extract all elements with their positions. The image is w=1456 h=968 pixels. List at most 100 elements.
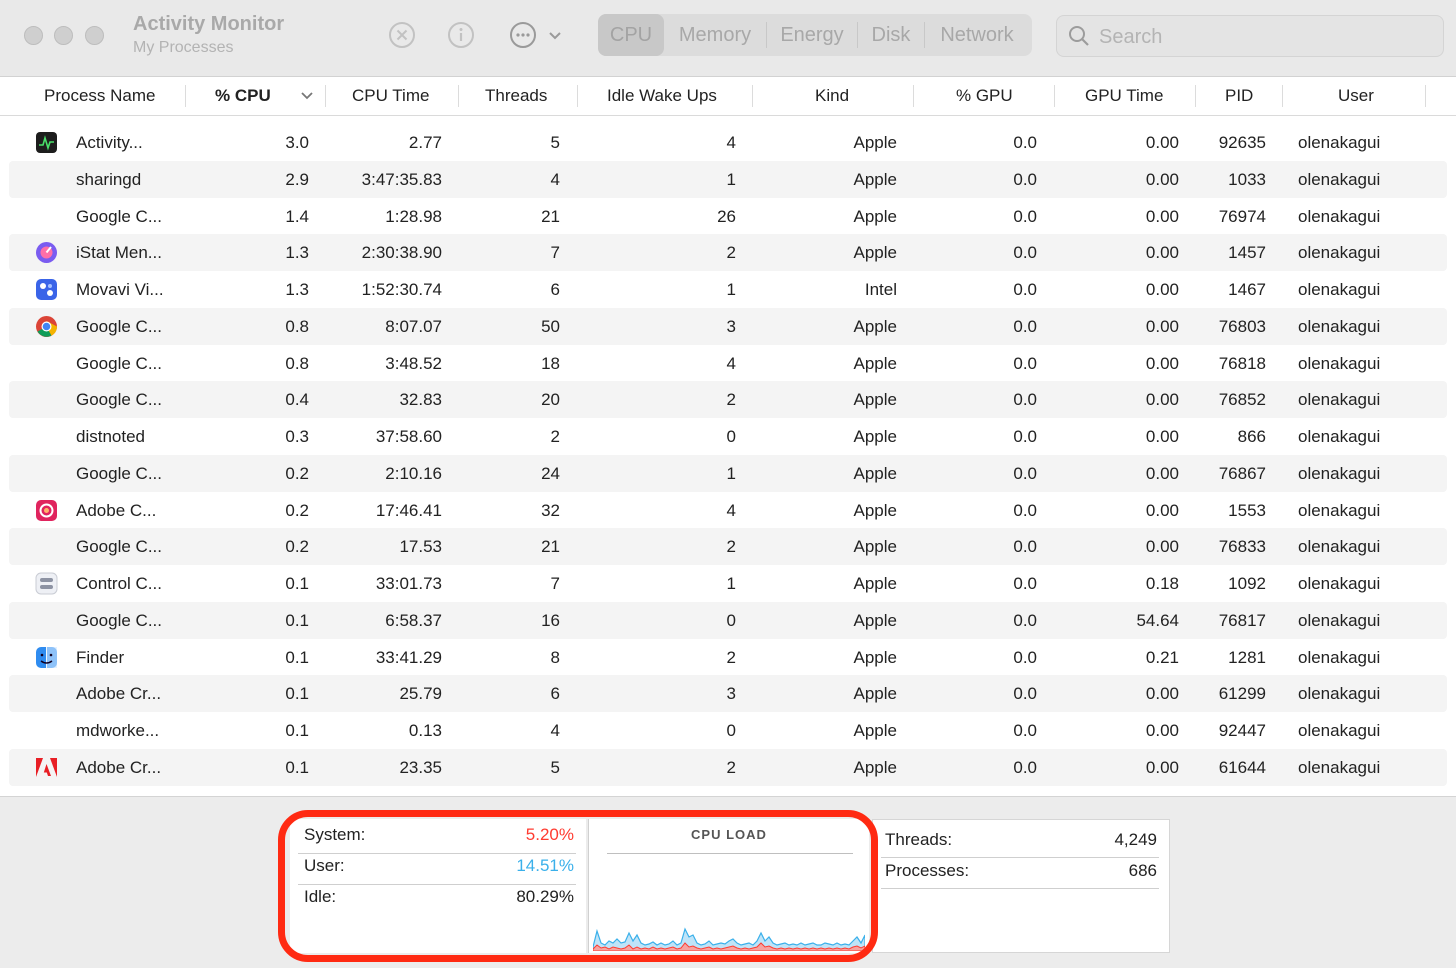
column-divider xyxy=(1054,85,1055,107)
chevron-down-icon[interactable] xyxy=(541,21,569,49)
table-row[interactable]: Activity... 3.0 2.77 5 4 Apple 0.0 0.00 92635 ole… xyxy=(9,124,1447,161)
table-row[interactable]: Movavi Vi... 1.3 1:52:30.74 6 1 Intel 0.0 0.00 1… xyxy=(9,271,1447,308)
cpu-cell: 0.2 xyxy=(285,500,309,520)
table-row[interactable]: Google C... 0.8 8:07.07 50 3 Apple 0.0 0.00 7680… xyxy=(9,307,1447,345)
table-row[interactable]: Control C... 0.1 33:01.73 7 1 Apple 0.0 0.18 109… xyxy=(9,565,1447,602)
threads-cell: 21 xyxy=(541,206,560,226)
column-header-gpu[interactable]: % GPU xyxy=(956,77,1013,115)
process-name-cell: Movavi Vi... xyxy=(76,280,164,299)
table-row[interactable]: Google C... 1.4 1:28.98 21 26 Apple 0.0 0.00 769… xyxy=(9,198,1447,235)
gpu-time-cell: 0.00 xyxy=(1145,390,1179,410)
more-actions-icon[interactable] xyxy=(509,21,537,49)
gpu-time-cell: 0.00 xyxy=(1145,757,1179,777)
idle-wake-ups-cell: 4 xyxy=(726,353,736,373)
close-window-button[interactable] xyxy=(24,26,43,45)
threads-cell: 7 xyxy=(550,243,560,263)
table-row[interactable]: mdworke... 0.1 0.13 4 0 Apple 0.0 0.00 92447 olen… xyxy=(9,712,1447,749)
cpu-time-cell: 2:10.16 xyxy=(385,463,442,483)
pid-cell: 866 xyxy=(1237,427,1266,446)
view-tabs: CPU Memory Energy Disk Network xyxy=(598,14,1032,56)
threads-cell: 21 xyxy=(541,537,560,557)
toolbar: Activity Monitor My Processes CPU Memory… xyxy=(0,0,1456,77)
gpu-time-cell: 0.00 xyxy=(1145,721,1179,740)
pid-cell: 1467 xyxy=(1228,280,1266,299)
column-header-pid[interactable]: PID xyxy=(1225,77,1253,115)
threads-cell: 18 xyxy=(541,353,560,373)
column-header-process-name[interactable]: Process Name xyxy=(44,77,155,115)
zoom-window-button[interactable] xyxy=(85,26,104,45)
column-header-gpu-time[interactable]: GPU Time xyxy=(1085,77,1163,115)
threads-stat: Threads: 4,249 xyxy=(885,824,1157,854)
pid-cell: 76974 xyxy=(1218,206,1266,226)
user-cell: olenakagui xyxy=(1298,463,1381,483)
kind-cell: Apple xyxy=(853,316,897,336)
cpu-time-cell: 37:58.60 xyxy=(375,427,442,446)
movavi-icon xyxy=(35,278,58,301)
tab-memory[interactable]: Memory xyxy=(664,14,766,56)
tab-cpu[interactable]: CPU xyxy=(598,14,664,56)
idle-wake-ups-cell: 2 xyxy=(726,390,736,410)
table-row[interactable]: Google C... 0.8 3:48.52 18 4 Apple 0.0 0.00 7681… xyxy=(9,345,1447,382)
minimize-window-button[interactable] xyxy=(54,26,73,45)
cpu-time-cell: 6:58.37 xyxy=(385,610,442,630)
threads-cell: 20 xyxy=(541,390,560,410)
activity-monitor-window: Activity Monitor My Processes CPU Memory… xyxy=(0,0,1456,968)
gpu-cell: 0.0 xyxy=(1013,316,1037,336)
info-icon[interactable] xyxy=(447,21,475,49)
process-count-stats: Threads: 4,249 Processes: 686 xyxy=(872,819,1170,953)
gpu-time-cell: 0.00 xyxy=(1145,169,1179,189)
cpu-time-cell: 17:46.41 xyxy=(375,500,442,520)
tab-energy[interactable]: Energy xyxy=(767,14,857,56)
column-header-cpu[interactable]: % CPU xyxy=(215,77,271,115)
table-row[interactable]: Google C... 0.1 6:58.37 16 0 Apple 0.0 54.64 768… xyxy=(9,601,1447,639)
gpu-cell: 0.0 xyxy=(1013,353,1037,373)
stop-process-icon[interactable] xyxy=(388,21,416,49)
column-header-threads[interactable]: Threads xyxy=(485,77,547,115)
gpu-cell: 0.0 xyxy=(1013,463,1037,483)
table-row[interactable]: Google C... 0.4 32.83 20 2 Apple 0.0 0.00 76852 o… xyxy=(9,381,1447,419)
table-row[interactable]: Adobe Cr... 0.1 25.79 6 3 Apple 0.0 0.00 61299 ol… xyxy=(9,675,1447,713)
tab-network[interactable]: Network xyxy=(925,14,1029,56)
table-row[interactable]: distnoted 0.3 37:58.60 2 0 Apple 0.0 0.00 866 ole… xyxy=(9,418,1447,455)
column-header-user[interactable]: User xyxy=(1338,77,1374,115)
table-row[interactable]: sharingd 2.9 3:47:35.83 4 1 Apple 0.0 0.00 1033 o… xyxy=(9,160,1447,198)
cpu-cell: 0.8 xyxy=(285,353,309,373)
table-row[interactable]: Finder 0.1 33:41.29 8 2 Apple 0.0 0.21 1281 olena… xyxy=(9,639,1447,676)
idle-wake-ups-cell: 3 xyxy=(726,684,736,704)
table-row[interactable]: iStat Men... 1.3 2:30:38.90 7 2 Apple 0.0 0.00 1… xyxy=(9,234,1447,272)
cpu-time-cell: 8:07.07 xyxy=(385,316,442,336)
table-row[interactable]: Google C... 0.2 17.53 21 2 Apple 0.0 0.00 76833 o… xyxy=(9,528,1447,566)
column-header-cpu-time[interactable]: CPU Time xyxy=(352,77,429,115)
cpu-cell: 0.1 xyxy=(285,684,309,704)
cpu-cell: 0.2 xyxy=(285,463,309,483)
tab-disk[interactable]: Disk xyxy=(858,14,924,56)
user-cell: olenakagui xyxy=(1298,316,1381,336)
search-field[interactable] xyxy=(1056,15,1444,58)
kind-cell: Apple xyxy=(853,243,897,263)
processes-stat: Processes: 686 xyxy=(885,855,1157,885)
summary-panel: System: 5.20% User: 14.51% Idle: 80.29% … xyxy=(0,796,1456,968)
cpu-cell: 0.1 xyxy=(285,721,309,740)
kind-cell: Apple xyxy=(853,169,897,189)
pid-cell: 92635 xyxy=(1218,133,1266,152)
cpu-time-cell: 32.83 xyxy=(399,390,442,410)
table-row[interactable]: Adobe C... 0.2 17:46.41 32 4 Apple 0.0 0.00 1553… xyxy=(9,492,1447,529)
gpu-time-cell: 0.00 xyxy=(1145,206,1179,226)
search-input[interactable] xyxy=(1097,16,1431,58)
kind-cell: Apple xyxy=(853,574,897,593)
cpu-cell: 0.1 xyxy=(285,757,309,777)
cpu-cell: 0.1 xyxy=(285,647,309,667)
app-subtitle[interactable]: My Processes xyxy=(133,39,233,57)
table-row[interactable]: Google C... 0.2 2:10.16 24 1 Apple 0.0 0.00 7686… xyxy=(9,454,1447,492)
pid-cell: 76818 xyxy=(1218,353,1266,373)
process-name-cell: Adobe Cr... xyxy=(76,757,162,777)
threads-cell: 2 xyxy=(550,427,560,446)
sort-descending-icon[interactable] xyxy=(300,78,314,116)
threads-cell: 32 xyxy=(541,500,560,520)
column-header-idle-wake-ups[interactable]: Idle Wake Ups xyxy=(607,77,717,115)
graph-rule xyxy=(607,853,853,854)
idle-wake-ups-cell: 1 xyxy=(726,463,736,483)
table-row[interactable]: Adobe Cr... 0.1 23.35 5 2 Apple 0.0 0.00 61644 ol… xyxy=(9,748,1447,786)
column-header-kind[interactable]: Kind xyxy=(815,77,849,115)
process-name-cell: Google C... xyxy=(76,463,162,483)
